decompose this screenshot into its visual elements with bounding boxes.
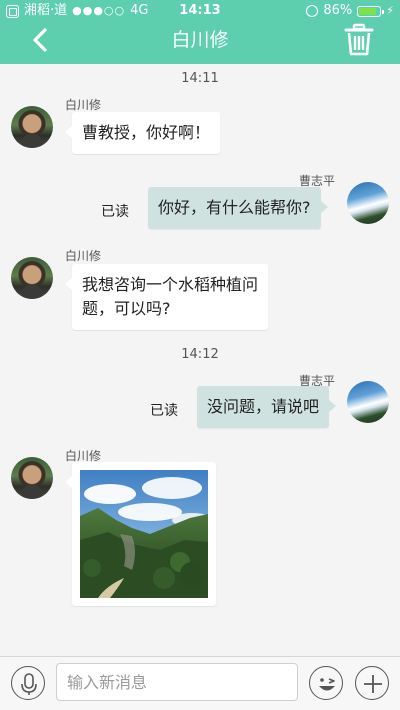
timestamp: 14:11: [181, 71, 219, 86]
page-title: 白川修: [171, 29, 229, 51]
message-input[interactable]: [56, 663, 298, 701]
input-bar: [0, 656, 400, 710]
app-header: 湘稻·道 ●●●○○ 4G 14:13 86% ⚡ 白川修: [0, 0, 400, 64]
message-bubble[interactable]: 曹教授，你好啊！: [64, 112, 221, 154]
message-bubble[interactable]: 我想咨询一个水稻种植问 题，可以吗?: [65, 264, 268, 330]
read-status: 已读: [150, 403, 178, 419]
network-type: 4G: [130, 3, 149, 18]
add-button[interactable]: [355, 666, 389, 700]
sender-name: 白川修: [65, 249, 102, 263]
plus-icon: [364, 675, 382, 693]
signal-strength: ●●●○○: [72, 4, 126, 17]
voice-button[interactable]: [11, 666, 45, 700]
avatar[interactable]: [347, 381, 389, 423]
avatar[interactable]: [347, 182, 389, 224]
read-status: 已读: [101, 204, 129, 220]
image-message[interactable]: [65, 462, 216, 606]
avatar[interactable]: [11, 257, 53, 299]
back-button[interactable]: [26, 25, 56, 55]
avatar[interactable]: [11, 457, 53, 499]
emoji-button[interactable]: [309, 666, 343, 700]
wink-face-icon: [319, 678, 335, 691]
avatar[interactable]: [11, 106, 53, 148]
battery-percent: 86%: [323, 3, 353, 18]
microphone-icon: [21, 673, 37, 695]
rotation-lock-icon: [306, 5, 319, 17]
delete-chat-button[interactable]: [344, 23, 374, 57]
message-text-line: 题，可以吗?: [82, 299, 171, 318]
battery-icon: [357, 5, 385, 17]
carrier-name: 湘稻·道: [24, 3, 68, 18]
battery-fill: [359, 7, 377, 15]
sim-icon: [6, 4, 19, 18]
status-right: 86% ⚡: [306, 0, 394, 22]
message-bubble[interactable]: 没问题，请说吧: [197, 386, 337, 428]
nav-bar: 白川修: [0, 22, 400, 64]
trash-icon: [344, 23, 374, 56]
charging-icon: ⚡: [386, 4, 394, 17]
timestamp: 14:12: [181, 347, 219, 362]
mountain-landscape-photo: [80, 470, 208, 598]
sender-name: 白川修: [65, 98, 102, 112]
status-left: 湘稻·道 ●●●○○ 4G: [6, 0, 149, 22]
status-bar: 湘稻·道 ●●●○○ 4G 14:13 86% ⚡: [0, 0, 400, 22]
message-bubble[interactable]: 你好，有什么能帮你?: [148, 187, 327, 229]
chevron-left-icon: [33, 28, 47, 52]
chat-area[interactable]: 14:11 白川修 曹教授，你好啊！ 曹志平 已读 你好，有什么能帮你? 白川修…: [0, 64, 400, 656]
message-text-line: 我想咨询一个水稻种植问: [82, 275, 259, 294]
